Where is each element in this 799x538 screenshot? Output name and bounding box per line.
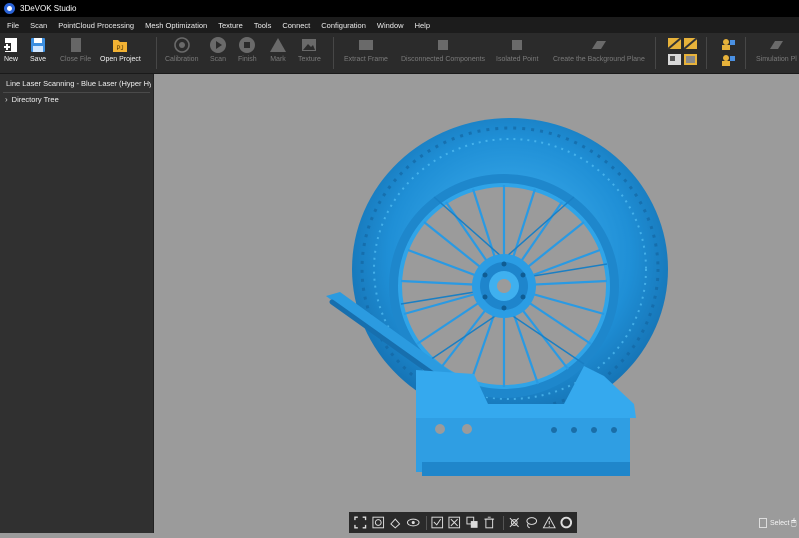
app-logo-icon [4,3,15,14]
panel-title: Line Laser Scanning - Blue Laser (Hyper … [6,79,151,88]
create-background-plane-button[interactable]: Create the Background Plane [553,36,645,63]
menu-texture[interactable]: Texture [218,21,243,30]
play-icon [210,37,226,53]
disconnected-components-icon [438,40,449,50]
3d-viewport[interactable] [154,74,799,533]
tree-item-label: Directory Tree [11,95,59,104]
texture-image-icon [302,39,317,51]
menu-connect[interactable]: Connect [282,21,310,30]
select-mode-icon [759,518,767,528]
fit-view-icon[interactable] [353,515,368,530]
invert-selection-icon[interactable] [465,515,480,530]
isolated-point-icon [512,40,523,50]
disconnected-components-button[interactable]: Disconnected Components [401,36,485,63]
user-icons [722,39,735,66]
select-all-icon[interactable] [430,515,445,530]
menu-mesh-optimization[interactable]: Mesh Optimization [145,21,207,30]
menu-scan[interactable]: Scan [30,21,47,30]
new-file-icon [3,38,17,52]
background-plane-icon [591,41,606,49]
mark-triangle-icon [270,38,286,52]
calibration-button[interactable]: Calibration [165,36,198,63]
menu-tools[interactable]: Tools [254,21,272,30]
save-icon [31,38,45,52]
select-status[interactable]: Select [759,518,789,528]
scan-button[interactable]: Scan [209,36,227,63]
visibility-eye-icon[interactable] [406,515,421,530]
extract-frame-icon [358,40,373,50]
settings-ring-icon[interactable] [559,515,574,530]
menu-window[interactable]: Window [377,21,404,30]
close-file-button[interactable]: Close File [60,36,91,63]
open-project-button[interactable]: PJ Open Project [100,36,141,63]
lasso-select-icon[interactable] [507,515,522,530]
calibration-icon [173,37,190,53]
stop-icon [239,37,256,53]
simulation-icon [770,41,784,49]
scanned-wheel-model[interactable] [154,74,799,533]
user-group [719,37,737,74]
view-mode-grid [667,37,699,74]
extract-frame-button[interactable]: Extract Frame [344,36,388,63]
save-button[interactable]: Save [29,36,47,63]
app-title: 3DeVOK Studio [20,4,77,13]
lasso-icon[interactable] [524,515,539,530]
rotate-view-icon[interactable] [388,515,403,530]
simulation-button[interactable]: Simulation Pl [756,36,797,63]
mark-button[interactable]: Mark [269,36,287,63]
menu-bar: File Scan PointCloud Processing Mesh Opt… [0,17,799,33]
finish-button[interactable]: Finish [238,36,257,63]
warning-triangle-icon[interactable] [542,515,557,530]
mouse-cursor-icon: 🖱 [791,517,797,527]
svg-text:PJ: PJ [117,46,124,52]
texture-button[interactable]: Texture [298,36,321,63]
close-file-icon [70,38,81,52]
zoom-view-icon[interactable] [371,515,386,530]
view-mode-icons [667,37,698,65]
deselect-icon[interactable] [447,515,462,530]
menu-pointcloud-processing[interactable]: PointCloud Processing [58,21,134,30]
bottom-toolbar [349,512,577,533]
toolbar: New Save Close File PJ Open Project Cali… [0,33,799,74]
isolated-point-button[interactable]: Isolated Point [496,36,538,63]
delete-trash-icon[interactable] [482,515,497,530]
open-project-icon: PJ [113,40,128,52]
chevron-right-icon[interactable]: › [5,95,8,104]
left-panel: Line Laser Scanning - Blue Laser (Hyper … [0,74,154,533]
menu-configuration[interactable]: Configuration [321,21,366,30]
title-bar: 3DeVOK Studio [0,0,799,17]
tree-item-directory[interactable]: › Directory Tree [5,95,59,104]
new-button[interactable]: New [2,36,20,63]
menu-help[interactable]: Help [415,21,430,30]
menu-file[interactable]: File [7,21,19,30]
select-label: Select [770,519,790,527]
